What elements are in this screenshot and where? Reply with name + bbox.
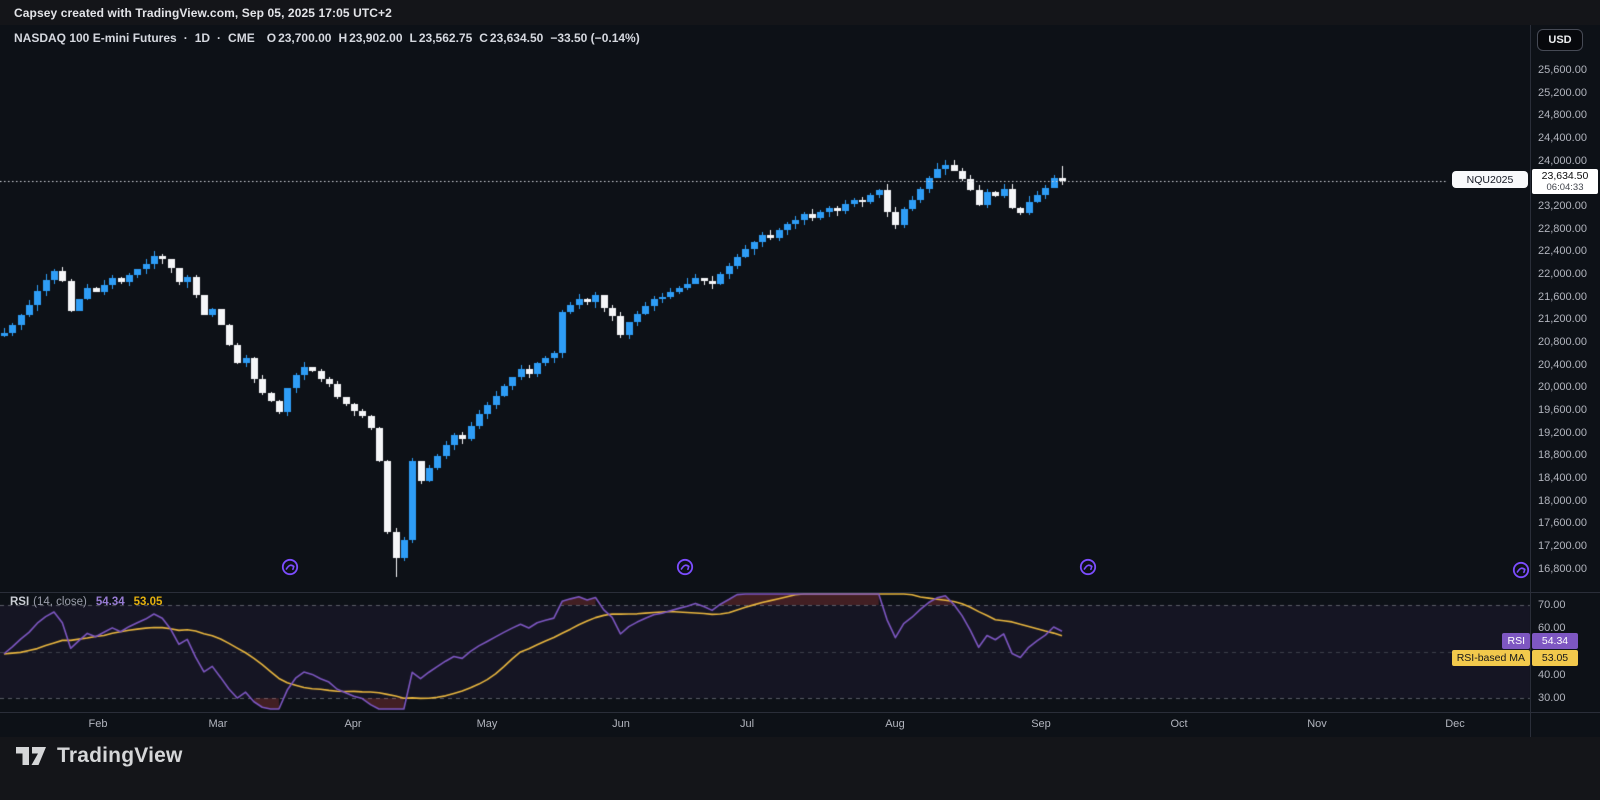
rsi-header-value: 54.34 [95,596,125,608]
month-tick-label: May [476,718,498,730]
price-tick-label: 22,400.00 [1538,245,1587,258]
price-and-rsi-chart-canvas[interactable] [0,0,1600,800]
high-label: H [338,31,348,45]
tradingview-logo-text: TradingView [57,744,183,767]
price-tick-label: 21,200.00 [1538,313,1587,326]
price-tick-label: 21,600.00 [1538,290,1587,303]
tradingview-logo[interactable]: TradingView [14,744,183,768]
month-tick-label: Apr [344,718,362,730]
separator-dot: · [217,31,222,45]
price-tick-label: 20,800.00 [1538,335,1587,348]
month-tick-label: Nov [1307,718,1327,730]
pane-separator[interactable] [0,592,1600,593]
contract-rollover-icon[interactable] [676,558,694,576]
price-tick-label: 25,200.00 [1538,86,1587,99]
low-label: L [409,31,417,45]
open-label: O [266,31,277,45]
rsi-tick-label: 30.00 [1538,692,1566,705]
price-tick-label: 17,200.00 [1538,539,1587,552]
month-tick-label: Mar [208,718,228,730]
month-tick-label: Sep [1031,718,1051,730]
exchange-label[interactable]: CME [228,31,255,45]
price-tick-label: 22,000.00 [1538,267,1587,280]
rsi-ma-value-badge: 53.05 [1532,650,1578,666]
rsi-tick-label: 40.00 [1538,668,1566,681]
rsi-name[interactable]: RSI [10,596,29,608]
contract-rollover-icon[interactable] [281,558,299,576]
rsi-ma-header-value: 53.05 [133,596,163,608]
low-value: 23,562.75 [418,31,473,45]
close-label: C [479,31,488,45]
contract-rollover-icon[interactable] [1079,558,1097,576]
price-tick-label: 18,800.00 [1538,449,1587,462]
price-tick-label: 20,000.00 [1538,381,1587,394]
price-tick-label: 16,800.00 [1538,562,1587,575]
bar-countdown: 06:04:33 [1546,181,1584,193]
rsi-indicator-header: RSI (14, close) 54.34 53.05 [10,596,162,608]
last-price-countdown-label: 23,634.50 06:04:33 [1532,169,1598,194]
contract-rollover-icon[interactable] [1512,561,1530,579]
time-axis[interactable] [0,712,1600,737]
interval-label[interactable]: 1D [195,31,210,45]
month-tick-label: Feb [88,718,108,730]
price-tick-label: 25,600.00 [1538,64,1587,76]
attribution-text: Capsey created with TradingView.com, Sep… [14,6,392,20]
month-tick-label: Jun [612,718,630,730]
month-tick-label: Aug [885,718,905,730]
price-tick-label: 19,600.00 [1538,403,1587,416]
month-tick-label: Dec [1445,718,1465,730]
month-tick-label: Jul [739,718,755,730]
rsi-line-value-badge: 54.34 [1532,633,1578,649]
close-value: 23,634.50 [489,31,544,45]
symbol-header: NASDAQ 100 E-mini Futures · 1D · CME O 23,700.… [14,31,647,45]
rsi-tick-label: 60.00 [1538,622,1566,635]
price-tick-label: 20,400.00 [1538,358,1587,371]
price-tick-label: 22,800.00 [1538,222,1587,235]
price-tick-label: 24,000.00 [1538,154,1587,167]
rsi-tick-label: 70.00 [1538,599,1566,611]
change-value: −33.50 (−0.14%) [550,31,640,45]
open-value: 23,700.00 [278,31,332,45]
rsi-params: (14, close) [33,596,87,608]
price-tick-label: 23,200.00 [1538,199,1587,212]
price-tick-label: 24,400.00 [1538,131,1587,144]
price-tick-label: 17,600.00 [1538,517,1587,530]
tradingview-chart-page: Capsey created with TradingView.com, Sep… [0,0,1600,800]
symbol-title[interactable]: NASDAQ 100 E-mini Futures [14,31,177,45]
tradingview-logo-icon [16,747,46,765]
price-tick-label: 18,000.00 [1538,494,1587,507]
footer-bar [0,737,1600,800]
last-price-value: 23,634.50 [1541,169,1589,182]
rsi-line-badge: RSI [1502,633,1530,649]
high-value: 23,902.00 [349,31,403,45]
separator-dot: · [183,31,188,45]
month-tick-label: Oct [1170,718,1188,730]
rsi-ma-badge: RSI-based MA [1451,650,1530,666]
price-tick-label: 24,800.00 [1538,109,1587,122]
price-tick-label: 19,200.00 [1538,426,1587,439]
price-tick-label: 18,400.00 [1538,471,1587,484]
contract-price-flag: NQU2025 [1452,171,1528,188]
